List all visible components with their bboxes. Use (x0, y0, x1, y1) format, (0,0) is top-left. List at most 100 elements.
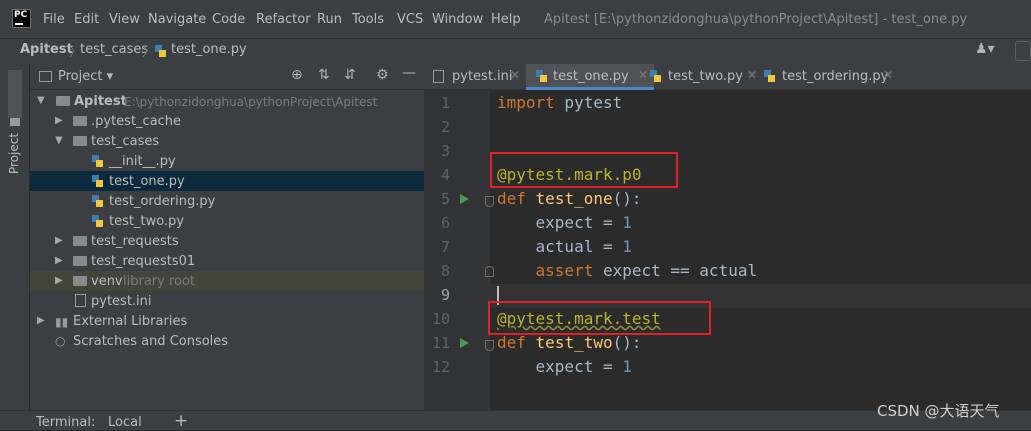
menu-tools[interactable]: Tools (352, 12, 384, 27)
menu-bar: PC File Edit View Navigate Code Refactor… (0, 0, 1031, 38)
run-config-selector[interactable] (1015, 41, 1031, 61)
add-terminal-button[interactable]: + (174, 411, 188, 431)
folder-icon (56, 96, 70, 106)
breadcrumb-file[interactable]: test_one.py (171, 42, 247, 57)
tree-item-label: Apitest (74, 94, 127, 109)
tree-item-pytest-cache[interactable]: ▶ .pytest_cache (30, 111, 424, 131)
close-icon[interactable]: ✕ (883, 68, 893, 82)
highlight-box (488, 301, 711, 335)
tree-item-apitest[interactable]: ▼ Apitest E:\pythonzidonghua\pythonProje… (30, 91, 424, 111)
project-tab-label[interactable]: Project (7, 133, 21, 174)
tab-pytest-ini[interactable]: pytest.ini ✕ (424, 64, 524, 90)
line-number: 11 (431, 334, 450, 352)
folder-icon (73, 236, 87, 246)
tree-item-label: test_cases (91, 134, 160, 149)
tab-local[interactable]: Local (108, 415, 142, 430)
tree-item-test-requests[interactable]: ▶ test_requests (30, 231, 424, 251)
menu-navigate[interactable]: Navigate (148, 12, 206, 27)
tree-item-scratches[interactable]: ○ Scratches and Consoles (30, 331, 424, 351)
tree-item-external-libraries[interactable]: ▶ ▮▮ External Libraries (30, 311, 424, 331)
code-line-1: import pytest (497, 93, 623, 112)
highlight-box (490, 152, 678, 188)
menu-view[interactable]: View (109, 12, 140, 27)
menu-run[interactable]: Run (317, 12, 342, 27)
tab-label: test_two.py (668, 69, 743, 84)
line-number: 5 (440, 190, 450, 208)
terminal-label[interactable]: Terminal: (36, 415, 95, 430)
line-number: 6 (440, 214, 450, 232)
watermark: CSDN @大语天气 (877, 402, 1000, 420)
tree-item-test-cases[interactable]: ▼ test_cases (30, 131, 424, 151)
tree-item-pytest-ini[interactable]: pytest.ini (30, 291, 424, 311)
tree-item-test-ordering-py[interactable]: test_ordering.py (30, 191, 424, 211)
scratches-icon: ○ (55, 334, 66, 348)
code-line-7: actual = 1 (497, 237, 632, 256)
tree-item-label: test_one.py (109, 174, 185, 189)
menu-vcs[interactable]: VCS (397, 12, 423, 27)
close-icon[interactable]: ✕ (747, 68, 757, 82)
minimize-icon[interactable]: — (402, 65, 416, 81)
tree-item-init-py[interactable]: __init__.py (30, 151, 424, 171)
folder-icon (73, 116, 87, 126)
code-line-8: assert expect == actual (497, 261, 758, 280)
menu-refactor[interactable]: Refactor (256, 12, 311, 27)
menu-edit[interactable]: Edit (74, 12, 99, 27)
chevron-right-icon: ▶ (55, 115, 63, 126)
line-number: 4 (440, 166, 450, 184)
breadcrumb-root[interactable]: Apitest (20, 42, 73, 57)
chevron-right-icon: ▶ (55, 275, 63, 286)
python-file-icon (650, 69, 662, 87)
menu-help[interactable]: Help (491, 12, 521, 27)
project-tool-tab[interactable] (8, 70, 22, 118)
tool-window-strip: Project (0, 64, 30, 430)
fold-icon[interactable] (485, 340, 494, 351)
collapse-all-icon[interactable]: ⇵ (344, 67, 356, 83)
tree-item-test-one-py[interactable]: test_one.py (30, 171, 424, 191)
fold-icon[interactable] (485, 266, 494, 277)
tree-item-venv[interactable]: ▶ venv library root (30, 271, 424, 291)
run-test-icon[interactable] (460, 194, 469, 204)
gear-icon[interactable]: ⚙ (376, 67, 389, 83)
tab-test-two-py[interactable]: test_two.py ✕ (656, 64, 760, 90)
locate-icon[interactable]: ⊕ (291, 67, 303, 83)
tab-label: test_one.py (553, 69, 629, 84)
project-view-selector[interactable]: Project ▾ (58, 69, 113, 84)
chevron-right-icon: ▶ (55, 255, 63, 266)
python-file-icon (92, 194, 104, 208)
close-icon[interactable]: ✕ (510, 68, 520, 82)
close-icon[interactable]: ✕ (638, 68, 648, 82)
tab-test-one-py[interactable]: test_one.py ✕ (526, 64, 654, 90)
folder-icon (73, 256, 87, 266)
chevron-right-icon: 〉 (142, 45, 156, 60)
tree-item-test-two-py[interactable]: test_two.py (30, 211, 424, 231)
project-panel-header: Project ▾ ⊕ ⇅ ⇵ ⚙ — (30, 64, 424, 90)
user-icon[interactable]: ♟▾ (975, 41, 995, 57)
line-number: 9 (440, 286, 450, 304)
menu-window[interactable]: Window (432, 12, 483, 27)
settings-file-icon (75, 294, 86, 307)
chevron-down-icon: ▼ (37, 95, 45, 106)
menu-code[interactable]: Code (212, 12, 245, 27)
python-file-icon (155, 45, 167, 58)
python-file-icon (764, 69, 776, 87)
breadcrumb-folder[interactable]: test_cases (80, 42, 148, 57)
tab-test-ordering-py[interactable]: test_ordering.py ✕ (762, 64, 893, 90)
chevron-right-icon: ▶ (55, 235, 63, 246)
tree-item-label: test_ordering.py (109, 194, 216, 209)
tree-item-test-requests01[interactable]: ▶ test_requests01 (30, 251, 424, 271)
code-line-5: def test_one(): (497, 189, 642, 208)
tree-item-label: pytest.ini (91, 294, 152, 309)
tree-item-label: venv (91, 274, 123, 289)
run-test-icon[interactable] (460, 338, 469, 348)
tree-item-note: library root (123, 274, 196, 289)
code-line-6: expect = 1 (497, 213, 632, 232)
menu-file[interactable]: File (43, 12, 65, 27)
fold-icon[interactable] (485, 196, 494, 207)
code-line-11: def test_two(): (497, 333, 642, 352)
folder-icon (73, 276, 87, 286)
library-icon: ▮▮ (55, 315, 69, 329)
chevron-right-icon: ▶ (37, 315, 45, 326)
tree-item-label: test_requests (91, 234, 179, 249)
project-view-icon (39, 71, 52, 82)
expand-all-icon[interactable]: ⇅ (318, 67, 330, 83)
